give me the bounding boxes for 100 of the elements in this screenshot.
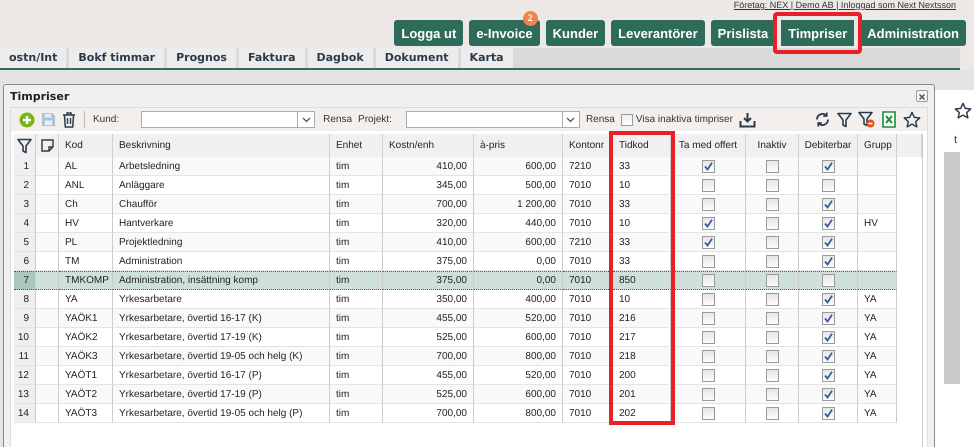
nav-tab[interactable]: Dagbok	[308, 48, 373, 68]
clear-link[interactable]: Rensa	[321, 114, 352, 125]
nav-button[interactable]: Leverantörer	[611, 20, 705, 46]
checkbox[interactable]	[766, 274, 778, 287]
filter-icon[interactable]	[17, 138, 32, 154]
nav-tab[interactable]: Dokument	[376, 48, 458, 68]
checkbox[interactable]	[822, 178, 834, 192]
checkbox[interactable]	[702, 274, 714, 287]
download-icon[interactable]	[738, 112, 756, 128]
checkbox[interactable]	[702, 254, 714, 268]
clear-link[interactable]: Rensa	[586, 114, 615, 125]
table-cell: PL	[59, 233, 113, 252]
spreadsheet-icon[interactable]	[881, 111, 897, 128]
checkbox[interactable]	[822, 292, 834, 306]
table-cell: Yrkesarbetare, övertid 16-17 (P)	[113, 366, 330, 385]
table-cell: 520,00	[474, 309, 563, 328]
checkbox[interactable]	[702, 160, 714, 172]
checkbox[interactable]	[766, 330, 778, 344]
nav-tab[interactable]: ostn/Int	[0, 48, 66, 68]
checkbox[interactable]	[766, 368, 778, 382]
table-row[interactable]: 14 YAÖT3 Yrkesarbetare, övertid 19-05 och helg (P) tim 700,00 800,00 7010 202 YA	[14, 404, 922, 423]
nav-tab[interactable]: Faktura	[238, 48, 304, 68]
star-icon[interactable]	[954, 102, 972, 120]
delete-icon[interactable]	[62, 112, 76, 128]
checkbox[interactable]	[702, 312, 714, 324]
row-number: 9	[14, 309, 36, 328]
checkbox[interactable]	[822, 350, 834, 362]
table-cell: 520,00	[474, 366, 563, 385]
table-cell: TMKOMP	[59, 271, 113, 290]
nav-button[interactable]: e-Invoice	[469, 20, 540, 46]
checkbox[interactable]	[822, 388, 834, 400]
filter-icon[interactable]	[837, 112, 852, 128]
table-cell: YA	[858, 366, 897, 385]
table-row[interactable]: 4 HV Hantverkare tim 320,00 440,00 7010 10 HV	[14, 214, 922, 233]
scrollbar[interactable]	[944, 152, 960, 384]
nav-button[interactable]: Logga ut	[394, 20, 464, 46]
checkbox[interactable]	[702, 388, 714, 400]
nav-tab[interactable]: Bokf timmar	[69, 48, 164, 68]
checkbox[interactable]	[702, 368, 714, 382]
star-icon[interactable]	[903, 110, 921, 128]
checkbox[interactable]	[620, 114, 633, 126]
table-row[interactable]: 8 YA Yrkesarbetare tim 350,00 400,00 7010 10 YA	[14, 290, 922, 309]
checkbox[interactable]	[822, 406, 834, 420]
table-row[interactable]: 10 YAÖK2 Yrkesarbetare, övertid 17-19 (K) tim 525,00 600,00 7010 217 YA	[14, 328, 922, 347]
checkbox[interactable]	[822, 368, 834, 382]
checkbox[interactable]	[822, 312, 834, 324]
nav-button[interactable]: Prislista	[710, 20, 776, 46]
table-row[interactable]: 11 YAÖK3 Yrkesarbetare, övertid 19-05 och helg (K) tim 700,00 800,00 7010 218 YA	[14, 347, 922, 366]
table-row[interactable]: 13 YAÖT2 Yrkesarbetare, övertid 17-19 (P) tim 525,00 600,00 7010 201 YA	[14, 385, 922, 404]
table-cell: 33	[613, 195, 671, 214]
checkbox[interactable]	[702, 236, 714, 248]
add-icon[interactable]	[19, 112, 35, 128]
checkbox[interactable]	[702, 292, 714, 306]
checkbox[interactable]	[702, 350, 714, 362]
table-row[interactable]: 2 ANL Anläggare tim 345,00 500,00 7010 10	[14, 176, 922, 195]
project-dropdown[interactable]	[406, 111, 580, 128]
table-row[interactable]: 12 YAÖT1 Yrkesarbetare, övertid 16-17 (P) tim 455,00 520,00 7010 200 YA	[14, 366, 922, 385]
table-row[interactable]: 3 Ch Chaufför tim 700,00 1 200,00 7010 33	[14, 195, 922, 214]
checkbox[interactable]	[822, 160, 834, 172]
table-cell: 0,00	[474, 271, 563, 290]
clear-filter-icon[interactable]	[858, 111, 875, 128]
customer-dropdown[interactable]	[141, 111, 316, 128]
checkbox[interactable]	[822, 254, 834, 268]
nav-button[interactable]: Administration	[860, 20, 966, 46]
checkbox[interactable]	[766, 292, 778, 306]
table-row[interactable]: 1 AL Arbetsledning tim 410,00 600,00 7210 33	[14, 157, 922, 176]
checkbox[interactable]	[702, 330, 714, 344]
nav-tab[interactable]: Karta	[460, 48, 513, 68]
checkbox[interactable]	[766, 198, 778, 210]
nav-button[interactable]: Kunder	[546, 20, 606, 46]
table-row[interactable]: 5 PL Projektledning tim 410,00 600,00 7210 33	[14, 233, 922, 252]
checkbox[interactable]	[766, 254, 778, 268]
checkbox[interactable]	[822, 330, 834, 344]
checkbox[interactable]	[766, 406, 778, 420]
checkbox[interactable]	[822, 216, 834, 230]
checkbox[interactable]	[702, 216, 714, 230]
checkbox[interactable]	[822, 198, 834, 210]
checkbox[interactable]	[822, 236, 834, 248]
checkbox[interactable]	[766, 178, 778, 192]
table-row[interactable]: 6 TM Administration tim 375,00 0,00 7010 33	[14, 252, 922, 271]
table-row[interactable]: 9 YAÖK1 Yrkesarbetare, övertid 16-17 (K) tim 455,00 520,00 7010 216 YA	[14, 309, 922, 328]
checkbox[interactable]	[702, 406, 714, 420]
checkbox[interactable]	[766, 160, 778, 172]
checkbox[interactable]	[766, 350, 778, 362]
checkbox[interactable]	[766, 236, 778, 248]
close-button[interactable]	[916, 90, 928, 102]
save-icon[interactable]	[41, 112, 56, 127]
checkbox[interactable]	[702, 178, 714, 192]
checkbox[interactable]	[766, 388, 778, 400]
nav-button[interactable]: Timpriser	[773, 12, 862, 54]
checkbox[interactable]	[766, 216, 778, 230]
table-cell: 525,00	[383, 328, 474, 347]
checkbox[interactable]	[766, 312, 778, 324]
refresh-icon[interactable]	[814, 111, 831, 128]
row-number: 14	[14, 404, 36, 423]
checkbox[interactable]	[702, 198, 714, 210]
checkbox[interactable]	[822, 274, 834, 287]
nav-tab[interactable]: Prognos	[167, 48, 236, 68]
table-row[interactable]: 7 TMKOMP Administration, insättning komp tim 375,00 0,00 7010 850	[14, 271, 922, 290]
table-cell: 410,00	[383, 233, 474, 252]
